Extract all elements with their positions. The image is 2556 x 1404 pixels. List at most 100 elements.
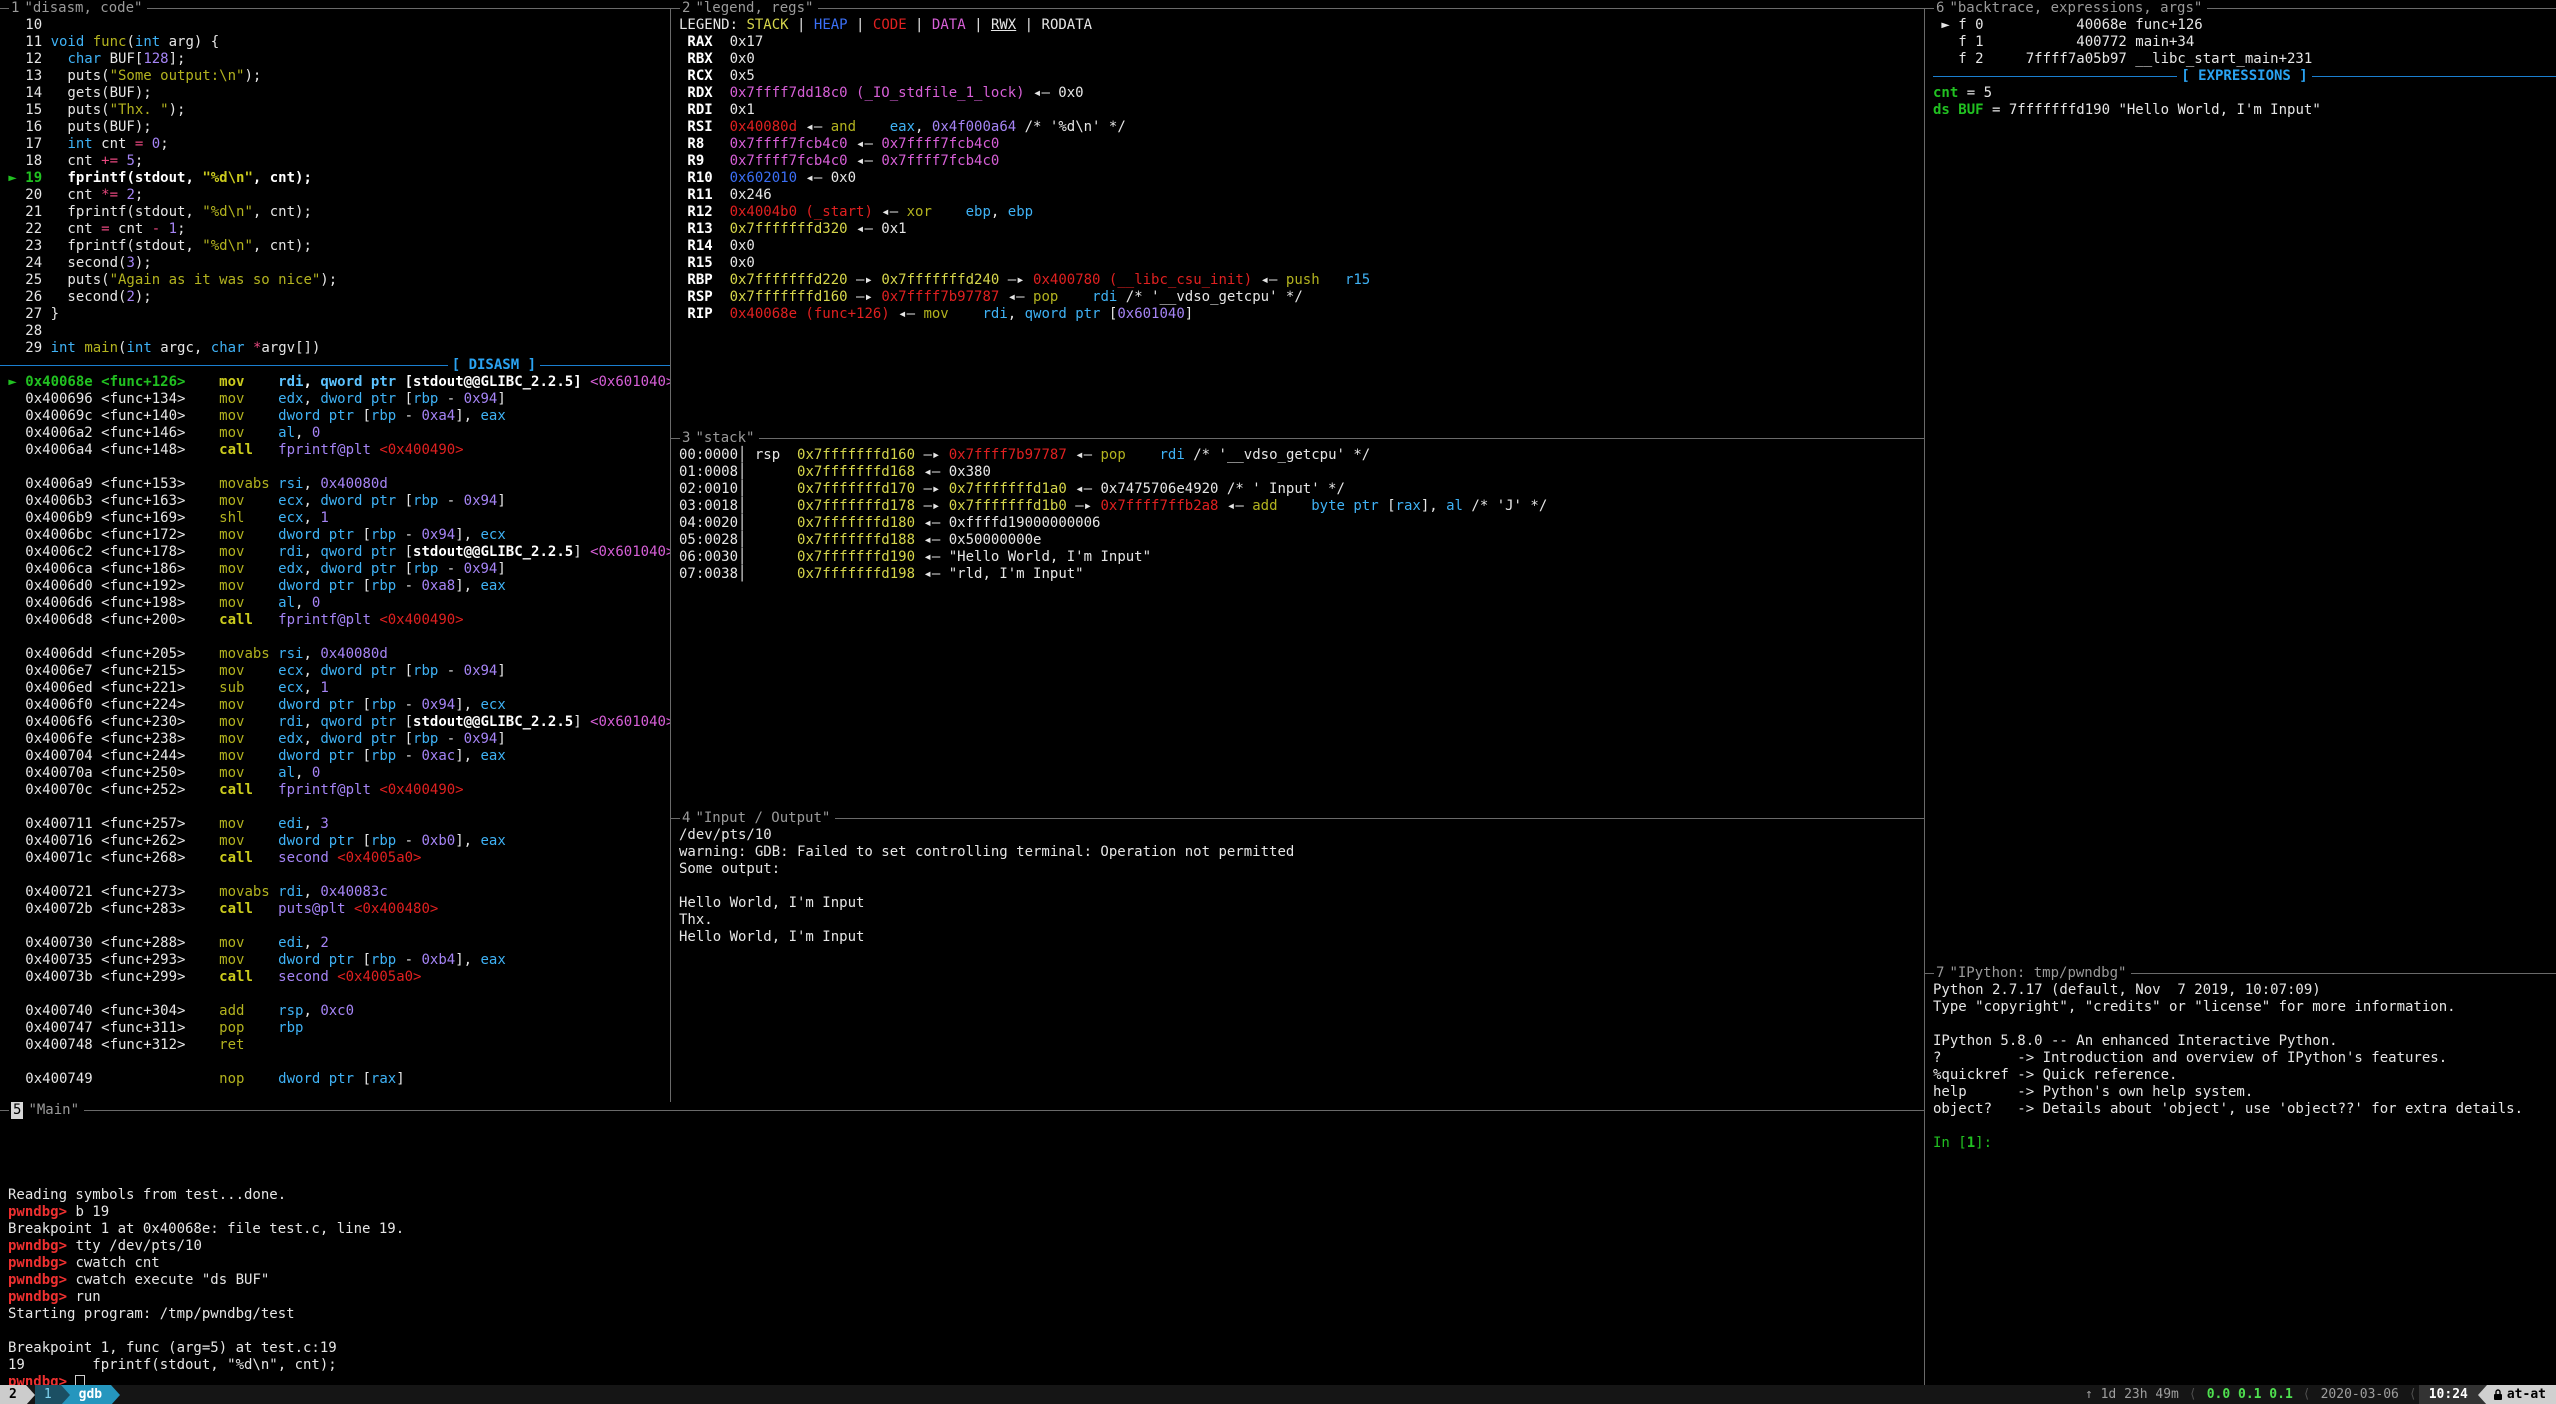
- terminal-line: RBX 0x0: [679, 51, 1924, 68]
- pane-input-output[interactable]: 4"Input / Output" /dev/pts/10warning: GD…: [671, 810, 1924, 1102]
- terminal-line: 00:0000│ rsp 0x7fffffffd160 —▸ 0x7ffff7b…: [679, 447, 1924, 464]
- terminal-line: 02:0010│ 0x7fffffffd170 —▸ 0x7fffffffd1a…: [679, 481, 1924, 498]
- terminal-line: f 2 7ffff7a05b97 __libc_start_main+231: [1933, 51, 2556, 68]
- terminal-line: pwndbg> tty /dev/pts/10: [8, 1238, 1924, 1255]
- terminal-line: [1933, 1118, 2556, 1135]
- terminal-line: 29 int main(int argc, char *argv[]): [0, 340, 670, 357]
- pane-border-line: [147, 8, 670, 9]
- pane-stack[interactable]: 3"stack" 00:0000│ rsp 0x7fffffffd160 —▸ …: [671, 430, 1924, 810]
- terminal-line: [0, 459, 670, 476]
- window-index[interactable]: 1: [35, 1385, 61, 1404]
- pane-number: 4: [682, 810, 690, 827]
- terminal-line: LEGEND: STACK | HEAP | CODE | DATA | RWX…: [679, 17, 1924, 34]
- terminal-line: 0x4006b9 <func+169> shl ecx, 1: [0, 510, 670, 527]
- pane-number: 6: [1936, 0, 1944, 17]
- terminal-line: [0, 918, 670, 935]
- pane-ipython[interactable]: 7"IPython: tmp/pwndbg" Python 2.7.17 (de…: [1925, 965, 2556, 1385]
- pane-disasm-code[interactable]: 1"disasm, code" 10 11 void func(int arg)…: [0, 0, 670, 1102]
- pane-legend-regs[interactable]: 2"legend, regs" LEGEND: STACK | HEAP | C…: [671, 0, 1924, 430]
- pane-border-line: [2131, 973, 2556, 974]
- pane-title-disasm-code: 1"disasm, code": [0, 0, 670, 17]
- pane-border-line: [1925, 8, 1934, 9]
- load-average: 0.0 0.1 0.1: [2199, 1386, 2301, 1403]
- terminal-line: [0, 1054, 670, 1071]
- terminal-line: 0x40069c <func+140> mov dword ptr [rbp -…: [0, 408, 670, 425]
- terminal-line: 0x400747 <func+311> pop rbp: [0, 1020, 670, 1037]
- terminal-line: [0, 867, 670, 884]
- gdb-console-content[interactable]: Reading symbols from test...done. pwndbg>…: [0, 1119, 1924, 1391]
- terminal-line: 0x40071c <func+268> call second <0x4005a…: [0, 850, 670, 867]
- terminal-line: R14 0x0: [679, 238, 1924, 255]
- pane-border-line: [818, 8, 1924, 9]
- terminal-line: 26 second(2);: [0, 289, 670, 306]
- pane-title-backtrace: 6 "backtrace, expressions, args": [1925, 0, 2556, 17]
- terminal-line: [ DISASM ]: [0, 357, 670, 374]
- terminal-line: 28: [0, 323, 670, 340]
- pane-border-line: [1925, 973, 1934, 974]
- terminal-line: Hello World, I'm Input: [679, 929, 1924, 946]
- terminal-line: 25 puts("Again as it was so nice");: [0, 272, 670, 289]
- terminal-line: 0x400740 <func+304> add rsp, 0xc0: [0, 1003, 670, 1020]
- terminal-line: 16 puts(BUF);: [0, 119, 670, 136]
- terminal-line: Breakpoint 1 at 0x40068e: file test.c, l…: [8, 1221, 1924, 1238]
- terminal-line: 0x400735 <func+293> mov dword ptr [rbp -…: [0, 952, 670, 969]
- terminal-line: 0x4006ca <func+186> mov edx, dword ptr […: [0, 561, 670, 578]
- terminal-line: Reading symbols from test...done.: [8, 1187, 1924, 1204]
- terminal-line: 17 int cnt = 0;: [0, 136, 670, 153]
- terminal-line: 23 fprintf(stdout, "%d\n", cnt);: [0, 238, 670, 255]
- terminal-line: 0x4006a2 <func+146> mov al, 0: [0, 425, 670, 442]
- date-label: 2020-03-06: [2313, 1386, 2407, 1403]
- terminal-line: 15 puts("Thx. ");: [0, 102, 670, 119]
- terminal-line: R9 0x7ffff7fcb4c0 ◂— 0x7ffff7fcb4c0: [679, 153, 1924, 170]
- terminal-line: RSP 0x7fffffffd160 —▸ 0x7ffff7b97787 ◂— …: [679, 289, 1924, 306]
- hostname-badge: at-at: [2487, 1385, 2556, 1404]
- lock-icon: [2493, 1388, 2503, 1401]
- ipython-content[interactable]: Python 2.7.17 (default, Nov 7 2019, 10:0…: [1925, 982, 2556, 1152]
- terminal-line: 0x4006a9 <func+153> movabs rsi, 0x40080d: [0, 476, 670, 493]
- status-right: ↑ 1d 23h 49m ⟨ 0.0 0.1 0.1 ⟨ 2020-03-06 …: [2077, 1385, 2556, 1404]
- terminal-line: 0x4006dd <func+205> movabs rsi, 0x40080d: [0, 646, 670, 663]
- terminal-line: Some output:: [679, 861, 1924, 878]
- terminal-line: 0x400716 <func+262> mov dword ptr [rbp -…: [0, 833, 670, 850]
- terminal-line: [1933, 1016, 2556, 1033]
- terminal-line: 0x4006b3 <func+163> mov ecx, dword ptr […: [0, 493, 670, 510]
- powerline-arrow-icon: [26, 1385, 35, 1404]
- terminal-line: 0x4006c2 <func+178> mov rdi, qword ptr […: [0, 544, 670, 561]
- terminal-line: 0x400696 <func+134> mov edx, dword ptr […: [0, 391, 670, 408]
- powerline-separator-icon: ⟨: [2301, 1386, 2313, 1403]
- terminal-line: 12 char BUF[128];: [0, 51, 670, 68]
- backtrace-content: ► f 0 40068e func+126 f 1 400772 main+34…: [1925, 17, 2556, 119]
- terminal-line: RAX 0x17: [679, 34, 1924, 51]
- pane-main-gdb[interactable]: 5"Main" Reading symbols from test...done…: [0, 1102, 1924, 1391]
- terminal-line: 0x400749 nop dword ptr [rax]: [0, 1071, 670, 1088]
- terminal-line: R15 0x0: [679, 255, 1924, 272]
- powerline-separator-icon: ⟨: [2187, 1386, 2199, 1403]
- session-badge[interactable]: 2: [0, 1385, 26, 1404]
- terminal-line: [8, 1136, 1924, 1153]
- powerline-separator-icon: ⟨: [2407, 1386, 2419, 1403]
- pane-border-vertical: [670, 8, 671, 1102]
- pane-title-stack: 3"stack": [671, 430, 1924, 447]
- terminal-line: 0x400748 <func+312> ret: [0, 1037, 670, 1054]
- terminal-line: 0x4006d6 <func+198> mov al, 0: [0, 595, 670, 612]
- stack-content: 00:0000│ rsp 0x7fffffffd160 —▸ 0x7ffff7b…: [671, 447, 1924, 583]
- terminal-line: [8, 1323, 1924, 1340]
- terminal-line: R13 0x7fffffffd320 ◂— 0x1: [679, 221, 1924, 238]
- pane-title-main: 5"Main": [0, 1102, 1924, 1119]
- terminal-line: object? -> Details about 'object', use '…: [1933, 1101, 2556, 1118]
- terminal-line: cnt = 5: [1933, 85, 2556, 102]
- pane-backtrace[interactable]: 6 "backtrace, expressions, args" ► f 0 40…: [1925, 0, 2556, 965]
- pane-title-text: "backtrace, expressions, args": [1949, 0, 2202, 17]
- pane-number: 3: [682, 430, 690, 447]
- terminal-line: f 1 400772 main+34: [1933, 34, 2556, 51]
- pane-number: 7: [1936, 965, 1944, 982]
- window-name-gdb[interactable]: gdb: [70, 1385, 111, 1404]
- terminal-line: 19 fprintf(stdout, "%d\n", cnt);: [8, 1357, 1924, 1374]
- terminal-line: RSI 0x40080d ◂— and eax, 0x4f000a64 /* '…: [679, 119, 1924, 136]
- terminal-line: RBP 0x7fffffffd220 —▸ 0x7fffffffd240 —▸ …: [679, 272, 1924, 289]
- pane-title-text: "Input / Output": [695, 810, 830, 827]
- terminal-line: pwndbg> cwatch execute "ds BUF": [8, 1272, 1924, 1289]
- terminal-line: 0x4006f6 <func+230> mov rdi, qword ptr […: [0, 714, 670, 731]
- hostname-text: at-at: [2507, 1386, 2546, 1403]
- terminal-line: [8, 1153, 1924, 1170]
